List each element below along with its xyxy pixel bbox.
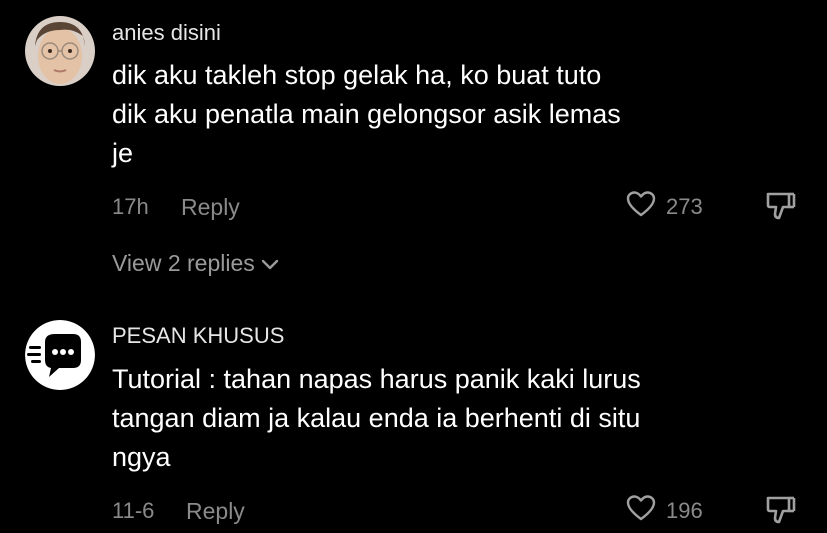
comment-item: PESAN KHUSUS Tutorial : tahan napas haru… (0, 300, 827, 533)
reply-button[interactable]: Reply (186, 498, 245, 525)
like-button[interactable]: 273 (626, 190, 703, 223)
like-button[interactable]: 196 (626, 494, 703, 527)
reply-button[interactable]: Reply (181, 194, 240, 221)
dislike-button[interactable] (765, 494, 797, 531)
heart-outline-icon (626, 494, 656, 527)
avatar[interactable] (25, 320, 95, 390)
comment-username[interactable]: anies disini (112, 20, 221, 46)
comment-timestamp: 11-6 (112, 498, 155, 523)
heart-outline-icon (626, 190, 656, 223)
chevron-down-icon (255, 250, 279, 277)
comment-timestamp: 17h (112, 194, 149, 219)
comment-text-line: Tutorial : tahan napas harus panik kaki … (112, 364, 641, 394)
comment-text-line: dik aku penatla main gelongsor asik lema… (112, 99, 621, 129)
comment-text: Tutorial : tahan napas harus panik kaki … (112, 360, 752, 477)
comment-text-line: je (112, 138, 134, 168)
avatar[interactable] (25, 16, 95, 86)
chat-bubble-logo (25, 320, 95, 390)
thumbs-down-icon (765, 192, 797, 226)
comment-text-line: ngya (112, 442, 171, 472)
comment-item: anies disini dik aku takleh stop gelak h… (0, 0, 827, 290)
thumbs-down-icon (765, 496, 797, 530)
comment-username[interactable]: PESAN KHUSUS (112, 323, 284, 349)
view-replies-label: View 2 replies (112, 250, 255, 276)
comment-text: dik aku takleh stop gelak ha, ko buat tu… (112, 56, 752, 173)
comment-text-line: tangan diam ja kalau enda ia berhenti di… (112, 403, 641, 433)
like-count: 196 (666, 497, 703, 523)
dislike-button[interactable] (765, 190, 797, 227)
view-replies-button[interactable]: View 2 replies (112, 250, 279, 277)
like-count: 273 (666, 193, 703, 219)
comment-text-line: dik aku takleh stop gelak ha, ko buat tu… (112, 60, 602, 90)
